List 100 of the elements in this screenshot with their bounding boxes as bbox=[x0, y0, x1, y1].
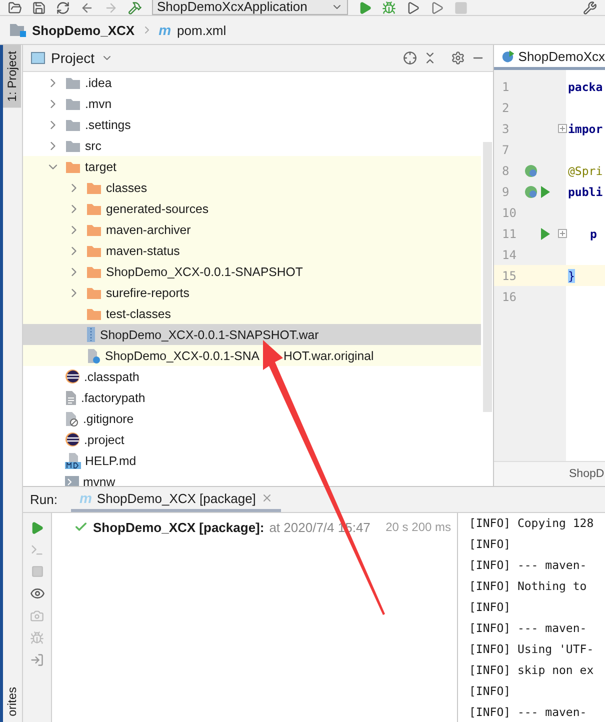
fold-icon[interactable] bbox=[558, 124, 566, 133]
hammer-icon[interactable] bbox=[128, 1, 142, 15]
run-configuration-dropdown[interactable]: ShopDemoXcxApplication bbox=[152, 0, 348, 15]
code-text: impor bbox=[568, 122, 603, 136]
tree-row[interactable]: ShopDemo_XCX-0.0.1-SNA HOT.war.original bbox=[23, 345, 481, 366]
folder-icon bbox=[86, 202, 102, 216]
panel-title[interactable]: Project bbox=[51, 50, 95, 66]
tree-row[interactable]: test-classes bbox=[23, 303, 481, 324]
line-number: 11 bbox=[501, 226, 518, 240]
folder-icon bbox=[86, 244, 102, 258]
side-tab[interactable]: orites bbox=[3, 680, 21, 722]
folder-icon bbox=[65, 76, 81, 90]
run-icon[interactable] bbox=[358, 1, 372, 15]
project-folder-icon bbox=[10, 23, 26, 37]
rerun-icon[interactable] bbox=[30, 521, 44, 535]
tree-item-label: HELP.md bbox=[85, 454, 136, 468]
side-tab[interactable]: 1: Project bbox=[3, 45, 21, 108]
settings-icon[interactable] bbox=[451, 51, 465, 65]
tree-item-label: src bbox=[85, 138, 102, 152]
unknown-file-icon bbox=[86, 348, 101, 364]
tree-row[interactable]: surefire-reports bbox=[23, 282, 481, 303]
tree-item-label: generated-sources bbox=[106, 202, 209, 216]
run-tab-label: ShopDemo_XCX [package] bbox=[96, 490, 256, 506]
archive-icon bbox=[86, 327, 96, 342]
console-line: [INFO] bbox=[469, 536, 512, 553]
tree-item-label: .idea bbox=[85, 76, 112, 90]
console-line: [INFO] skip non ex bbox=[469, 662, 595, 679]
tree-item-label: ShopDemo_XCX-0.0.1-SNA bbox=[105, 348, 260, 362]
script-icon bbox=[65, 476, 79, 486]
tree-row[interactable]: generated-sources bbox=[23, 198, 481, 219]
sphere-icon bbox=[65, 432, 80, 447]
console-line: [INFO] Using 'UTF- bbox=[469, 641, 595, 658]
line-number: 8 bbox=[501, 164, 510, 178]
line-number: 1 bbox=[501, 80, 510, 94]
editor-breadcrumb[interactable]: ShopD bbox=[569, 468, 604, 480]
tree-row[interactable]: maven-status bbox=[23, 240, 481, 261]
tree-item-label: .project bbox=[84, 432, 124, 446]
tree-item-label: .gitignore bbox=[83, 412, 134, 426]
sphere-icon bbox=[65, 369, 80, 384]
coverage-icon[interactable] bbox=[406, 1, 420, 15]
tree-item-label: maven-status bbox=[106, 244, 180, 258]
tree-item-label: target bbox=[85, 160, 116, 174]
back-icon[interactable] bbox=[80, 1, 94, 15]
console-line: [INFO] Copying 128 bbox=[469, 515, 595, 532]
panel-icon bbox=[31, 52, 45, 64]
tree-item-label: test-classes bbox=[106, 306, 171, 320]
console-line: [INFO] bbox=[469, 599, 512, 616]
folder-icon bbox=[65, 118, 81, 132]
code-text: @Spri bbox=[568, 164, 603, 178]
debug-icon[interactable] bbox=[382, 1, 396, 15]
ignored-file-icon bbox=[65, 410, 79, 426]
folder-icon bbox=[86, 306, 102, 320]
result-name: ShopDemo_XCX [package]: bbox=[93, 520, 264, 534]
close-icon[interactable] bbox=[260, 492, 273, 504]
run-icon[interactable] bbox=[540, 228, 550, 240]
maven-icon: m bbox=[158, 22, 172, 38]
sync-icon[interactable] bbox=[56, 1, 70, 15]
line-number: 16 bbox=[501, 290, 518, 304]
wrench-icon[interactable] bbox=[583, 1, 597, 15]
tree-row[interactable]: maven-archiver bbox=[23, 219, 481, 240]
fold-icon[interactable] bbox=[558, 229, 566, 238]
console-line: [INFO] --- maven- bbox=[469, 620, 588, 637]
run-icon[interactable] bbox=[540, 186, 550, 198]
breadcrumb-item[interactable]: ShopDemo_XCX bbox=[32, 22, 135, 38]
tree-row[interactable]: target bbox=[23, 156, 481, 177]
markdown-file-icon bbox=[65, 452, 81, 468]
scrollbar[interactable] bbox=[483, 142, 492, 412]
console-line: [INFO] --- maven- bbox=[469, 704, 588, 721]
profile-icon[interactable] bbox=[430, 1, 444, 15]
code-text: packa bbox=[568, 80, 603, 94]
maven-icon: m bbox=[79, 490, 92, 506]
line-number: 15 bbox=[501, 268, 518, 282]
code-text: } bbox=[568, 268, 575, 282]
tree-item-label: ShopDemo_XCX-0.0.1-SNAPSHOT bbox=[106, 264, 303, 278]
tree-row[interactable]: classes bbox=[23, 177, 481, 198]
tree-item-label: .classpath bbox=[84, 370, 140, 384]
line-number: 3 bbox=[501, 122, 510, 136]
tree-row[interactable]: ShopDemo_XCX-0.0.1-SNAPSHOT bbox=[23, 261, 481, 282]
save-icon[interactable] bbox=[32, 1, 46, 15]
folder-icon bbox=[65, 96, 81, 110]
console-line: [INFO] bbox=[469, 683, 512, 700]
line-number: 9 bbox=[501, 184, 510, 198]
import-icon[interactable] bbox=[30, 653, 44, 667]
text-file-icon bbox=[65, 390, 77, 406]
view-icon[interactable] bbox=[30, 586, 44, 601]
tree-row[interactable]: ShopDemo_XCX-0.0.1-SNAPSHOT.war bbox=[23, 324, 481, 345]
breadcrumb-item[interactable]: pom.xml bbox=[177, 22, 226, 38]
tree-item-label: ShopDemo_XCX-0.0.1-SNAPSHOT.war bbox=[100, 328, 319, 342]
tree-item-label: surefire-reports bbox=[106, 286, 190, 300]
tree-item-label: classes bbox=[106, 180, 148, 194]
open-folder-icon[interactable] bbox=[8, 1, 22, 15]
result-duration: 20 s 200 ms bbox=[386, 520, 451, 534]
folder-icon bbox=[65, 160, 81, 174]
code-text: publi bbox=[568, 184, 603, 198]
locate-icon[interactable] bbox=[403, 51, 417, 65]
tree-item-label: .factorypath bbox=[81, 390, 146, 404]
folder-icon bbox=[86, 222, 102, 236]
folder-icon bbox=[86, 264, 102, 278]
code-text: p bbox=[590, 226, 597, 240]
tree-item-label: maven-archiver bbox=[106, 222, 191, 236]
